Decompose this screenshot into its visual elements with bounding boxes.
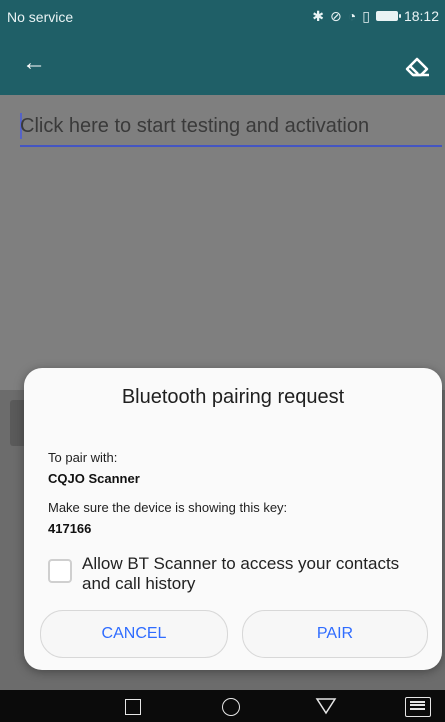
pair-with-label: To pair with: [48, 450, 118, 465]
mute-icon: ⊘ [330, 8, 342, 24]
device-name: CQJO Scanner [48, 471, 140, 486]
wifi-icon: ◔ [347, 8, 357, 24]
keyboard-icon[interactable] [405, 697, 431, 717]
battery-icon [375, 11, 401, 21]
cancel-button[interactable]: CANCEL [40, 610, 228, 658]
bluetooth-icon: ✱ [312, 8, 325, 24]
pair-button[interactable]: PAIR [242, 610, 428, 658]
activation-input[interactable]: Click here to start testing and activati… [20, 109, 442, 147]
carrier-status: No service [7, 9, 74, 25]
clear-button[interactable] [401, 49, 433, 81]
dialog-body: To pair with: CQJO Scanner Make sure the… [48, 450, 426, 550]
dialog-title: Bluetooth pairing request [121, 386, 345, 408]
status-bar: No service ✱ ⊘ ◔ ▯ 18:12 [0, 0, 445, 33]
recent-apps-icon[interactable] [125, 699, 141, 715]
bluetooth-pairing-dialog: Bluetooth pairing request To pair with: … [24, 368, 442, 670]
arrow-left-icon: ← [22, 49, 46, 76]
back-icon[interactable] [315, 696, 337, 716]
eraser-icon [405, 57, 429, 77]
contacts-access-option[interactable]: Allow BT Scanner to access your contacts… [48, 554, 428, 598]
home-icon[interactable] [222, 698, 240, 716]
navigation-bar [0, 690, 445, 722]
contacts-access-checkbox[interactable] [48, 559, 72, 583]
back-button[interactable]: ← [18, 49, 50, 81]
input-placeholder: Click here to start testing and activati… [20, 115, 370, 137]
clock: 18:12 [403, 8, 439, 24]
phone-icon: ▯ [362, 8, 370, 24]
status-icons: ✱ ⊘ ◔ ▯ 18:12 [312, 8, 439, 24]
contacts-access-label: Allow BT Scanner to access your contacts… [82, 554, 400, 593]
key-label: Make sure the device is showing this key… [48, 500, 288, 515]
app-toolbar: ← [0, 33, 445, 95]
pairing-key: 417166 [48, 521, 92, 536]
